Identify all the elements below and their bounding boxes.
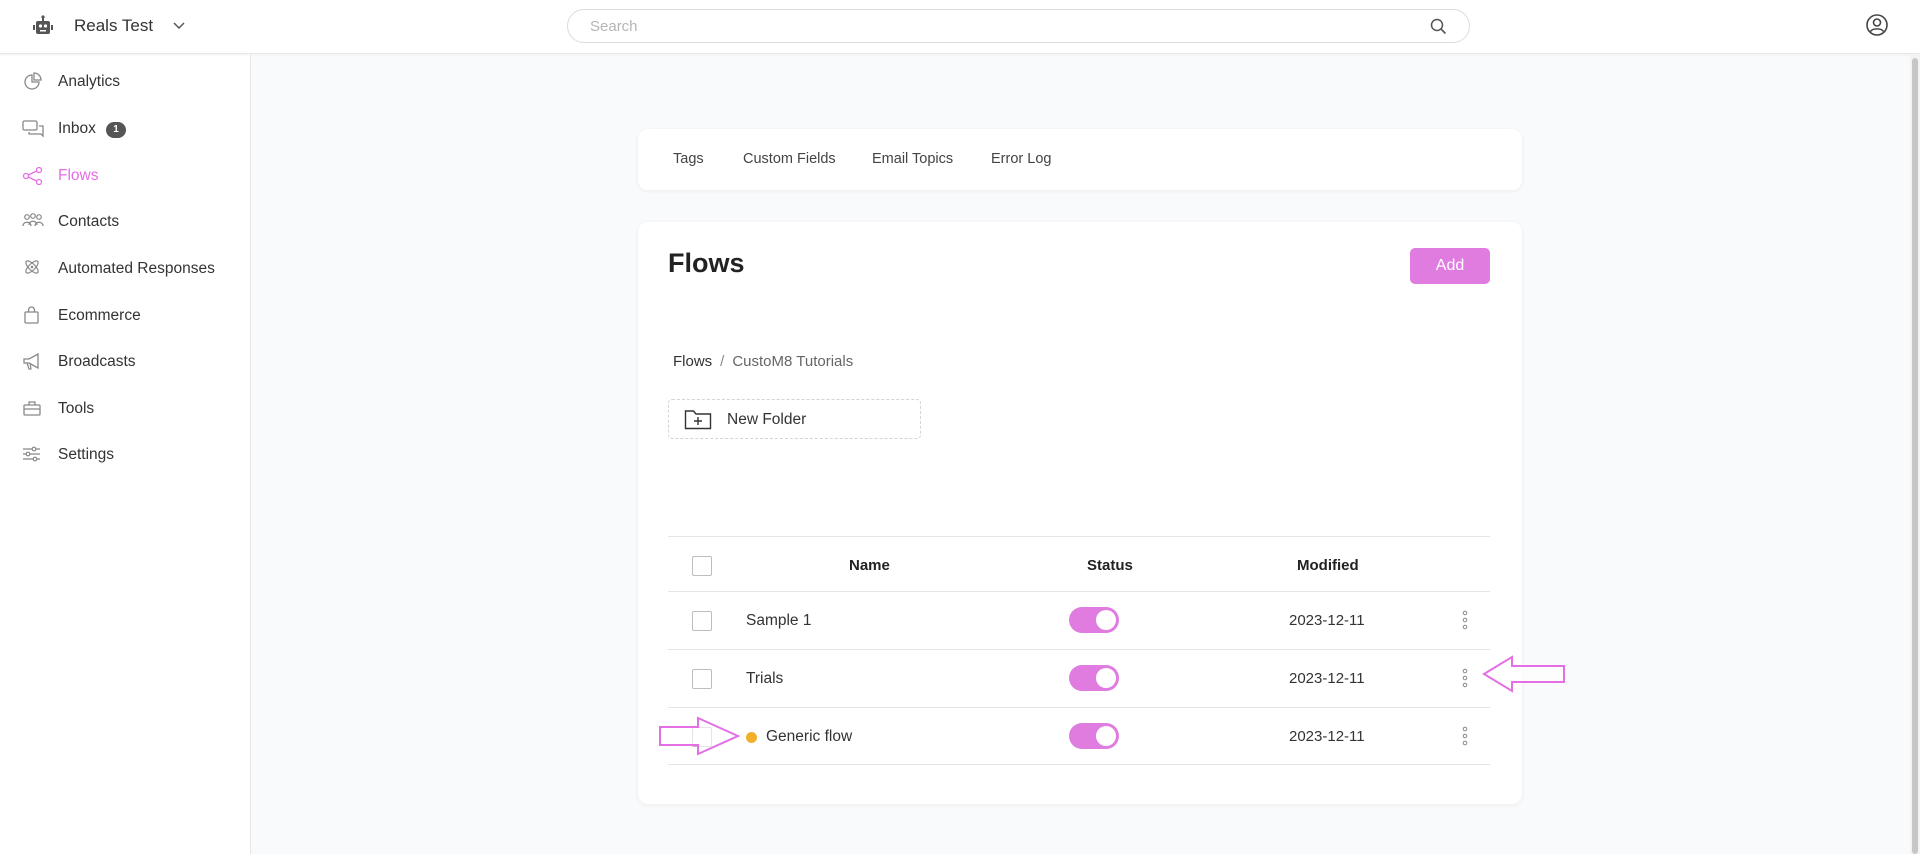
- sidebar-item-broadcasts[interactable]: Broadcasts: [0, 342, 250, 382]
- robot-icon: [33, 15, 53, 34]
- flow-name[interactable]: Trials: [746, 670, 783, 688]
- flow-name[interactable]: Generic flow: [766, 728, 852, 746]
- chevron-down-icon: [173, 22, 185, 30]
- sliders-icon: [23, 446, 40, 462]
- flows-icon: [22, 166, 43, 186]
- sidebar-item-inbox[interactable]: Inbox 1: [0, 109, 250, 149]
- megaphone-icon: [23, 352, 39, 370]
- sidebar-item-flows[interactable]: Flows: [0, 156, 250, 196]
- tab-tags[interactable]: Tags: [673, 151, 704, 167]
- modified-date: 2023-12-11: [1289, 612, 1365, 629]
- flows-panel: Flows Add Flows / CustoM8 Tutorials New …: [638, 222, 1522, 804]
- sidebar-item-ecommerce[interactable]: Ecommerce: [0, 296, 250, 336]
- sidebar-item-label: Inbox: [58, 120, 96, 137]
- more-options-icon[interactable]: [1458, 725, 1472, 747]
- chat-bubbles-icon: [22, 120, 44, 138]
- toggle-knob: [1096, 668, 1116, 688]
- workspace-switcher[interactable]: Reals Test: [32, 12, 185, 40]
- sidebar-item-label: Automated Responses: [58, 260, 215, 277]
- breadcrumb: Flows / CustoM8 Tutorials: [673, 353, 853, 370]
- sidebar: Analytics Inbox 1 Flows Contacts Automat…: [0, 55, 251, 854]
- tab-email-topics[interactable]: Email Topics: [872, 151, 953, 167]
- sidebar-item-label: Ecommerce: [58, 307, 141, 324]
- annotation-arrow-left-icon: [1482, 655, 1565, 693]
- more-options-icon[interactable]: [1458, 609, 1472, 631]
- column-header-modified: Modified: [1297, 557, 1359, 574]
- flow-name[interactable]: Sample 1: [746, 612, 811, 630]
- sidebar-item-label: Broadcasts: [58, 353, 136, 370]
- column-header-name: Name: [849, 557, 890, 574]
- toggle-knob: [1096, 726, 1116, 746]
- table-row[interactable]: Generic flow 2023-12-11: [668, 707, 1490, 765]
- user-account-icon[interactable]: [1865, 13, 1889, 37]
- breadcrumb-root-link[interactable]: Flows: [673, 353, 712, 370]
- modified-date: 2023-12-11: [1289, 728, 1365, 745]
- status-toggle[interactable]: [1069, 607, 1119, 633]
- people-icon: [22, 213, 44, 227]
- table-row[interactable]: Trials 2023-12-11: [668, 649, 1490, 707]
- new-folder-label: New Folder: [727, 411, 807, 428]
- top-header: Reals Test: [0, 0, 1920, 54]
- page-title: Flows: [668, 248, 745, 278]
- add-flow-button[interactable]: Add: [1410, 248, 1490, 284]
- sidebar-item-tools[interactable]: Tools: [0, 389, 250, 429]
- sidebar-item-label: Contacts: [58, 213, 120, 230]
- sidebar-item-label: Settings: [58, 446, 115, 463]
- tab-error-log[interactable]: Error Log: [991, 151, 1051, 167]
- breadcrumb-current: CustoM8 Tutorials: [732, 353, 854, 370]
- sidebar-item-label: Tools: [58, 400, 95, 417]
- sidebar-item-settings[interactable]: Settings: [0, 435, 250, 475]
- toggle-knob: [1096, 610, 1116, 630]
- sidebar-item-contacts[interactable]: Contacts: [0, 202, 250, 242]
- search-bar: [567, 9, 1470, 43]
- column-header-status: Status: [1087, 557, 1133, 574]
- flows-table: Name Status Modified Sample 1 2023-12-11…: [668, 536, 1490, 765]
- search-icon[interactable]: [1430, 18, 1447, 35]
- status-toggle[interactable]: [1069, 723, 1119, 749]
- sidebar-item-analytics[interactable]: Analytics: [0, 62, 250, 102]
- row-checkbox[interactable]: [692, 611, 712, 631]
- scrollbar-thumb[interactable]: [1912, 58, 1918, 854]
- shopping-bag-icon: [24, 306, 39, 324]
- breadcrumb-separator: /: [720, 353, 725, 370]
- sidebar-item-label: Analytics: [58, 73, 121, 90]
- table-header-row: Name Status Modified: [668, 536, 1490, 591]
- new-folder-button[interactable]: New Folder: [668, 399, 921, 439]
- workspace-name: Reals Test: [74, 16, 154, 35]
- toolbox-icon: [23, 401, 41, 416]
- pie-chart-icon: [24, 72, 42, 90]
- select-all-checkbox[interactable]: [692, 556, 712, 576]
- status-toggle[interactable]: [1069, 665, 1119, 691]
- inbox-count-badge: 1: [106, 122, 126, 138]
- annotation-arrow-right-icon: [659, 716, 740, 756]
- folder-plus-icon: [684, 410, 712, 430]
- atom-icon: [25, 260, 39, 274]
- tab-custom-fields[interactable]: Custom Fields: [743, 151, 836, 167]
- modified-date: 2023-12-11: [1289, 670, 1365, 687]
- settings-tabs-bar: Tags Custom Fields Email Topics Error Lo…: [638, 129, 1522, 190]
- unpublished-indicator-dot: [746, 732, 757, 743]
- search-input[interactable]: [590, 10, 1410, 42]
- sidebar-item-automated-responses[interactable]: Automated Responses: [0, 249, 250, 289]
- more-options-icon[interactable]: [1458, 667, 1472, 689]
- sidebar-item-label: Flows: [58, 167, 99, 184]
- row-checkbox[interactable]: [692, 669, 712, 689]
- table-row[interactable]: Sample 1 2023-12-11: [668, 591, 1490, 649]
